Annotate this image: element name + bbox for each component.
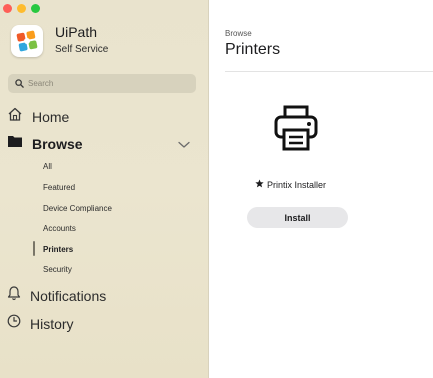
search-icon bbox=[15, 75, 24, 93]
folder-icon bbox=[7, 134, 23, 153]
search-input[interactable] bbox=[28, 79, 178, 88]
browse-item-all[interactable]: All bbox=[43, 162, 52, 171]
sidebar: UiPath Self Service Home Browse bbox=[0, 0, 209, 378]
browse-item-accounts[interactable]: Accounts bbox=[43, 224, 76, 233]
chevron-down-icon[interactable] bbox=[178, 136, 190, 154]
header-divider bbox=[225, 71, 433, 72]
sidebar-item-history[interactable]: History bbox=[7, 314, 74, 333]
browse-item-security[interactable]: Security bbox=[43, 265, 72, 274]
clock-icon bbox=[7, 314, 21, 333]
bell-icon bbox=[7, 285, 21, 306]
item-name-label: Printix Installer bbox=[267, 179, 327, 190]
page-title: Printers bbox=[225, 41, 281, 58]
main-content: Browse Printers Printix Installer Instal… bbox=[210, 0, 433, 378]
home-icon bbox=[7, 106, 23, 127]
maximize-window-button[interactable] bbox=[31, 4, 40, 13]
uipath-logo-icon bbox=[11, 25, 43, 57]
app-title: UiPath bbox=[55, 24, 98, 40]
browse-item-printers[interactable]: Printers bbox=[43, 245, 73, 254]
sidebar-item-notifications[interactable]: Notifications bbox=[7, 285, 106, 306]
printer-icon bbox=[272, 104, 320, 157]
sidebar-item-label: Browse bbox=[32, 135, 83, 152]
minimize-window-button[interactable] bbox=[17, 4, 26, 13]
app-subtitle: Self Service bbox=[55, 44, 109, 55]
sidebar-item-label: History bbox=[30, 315, 74, 332]
star-icon bbox=[255, 179, 264, 190]
window-controls bbox=[3, 4, 40, 13]
sidebar-item-browse[interactable]: Browse bbox=[7, 134, 83, 153]
browse-item-featured[interactable]: Featured bbox=[43, 183, 75, 192]
sidebar-item-label: Home bbox=[32, 108, 70, 125]
selection-indicator bbox=[33, 241, 35, 256]
breadcrumb: Browse bbox=[225, 29, 252, 38]
browse-item-device-compliance[interactable]: Device Compliance bbox=[43, 204, 112, 213]
sidebar-item-home[interactable]: Home bbox=[7, 106, 69, 127]
install-button[interactable]: Install bbox=[247, 207, 348, 228]
sidebar-item-label: Notifications bbox=[30, 287, 107, 304]
close-window-button[interactable] bbox=[3, 4, 12, 13]
search-field[interactable] bbox=[8, 74, 196, 93]
item-name: Printix Installer bbox=[255, 179, 326, 190]
